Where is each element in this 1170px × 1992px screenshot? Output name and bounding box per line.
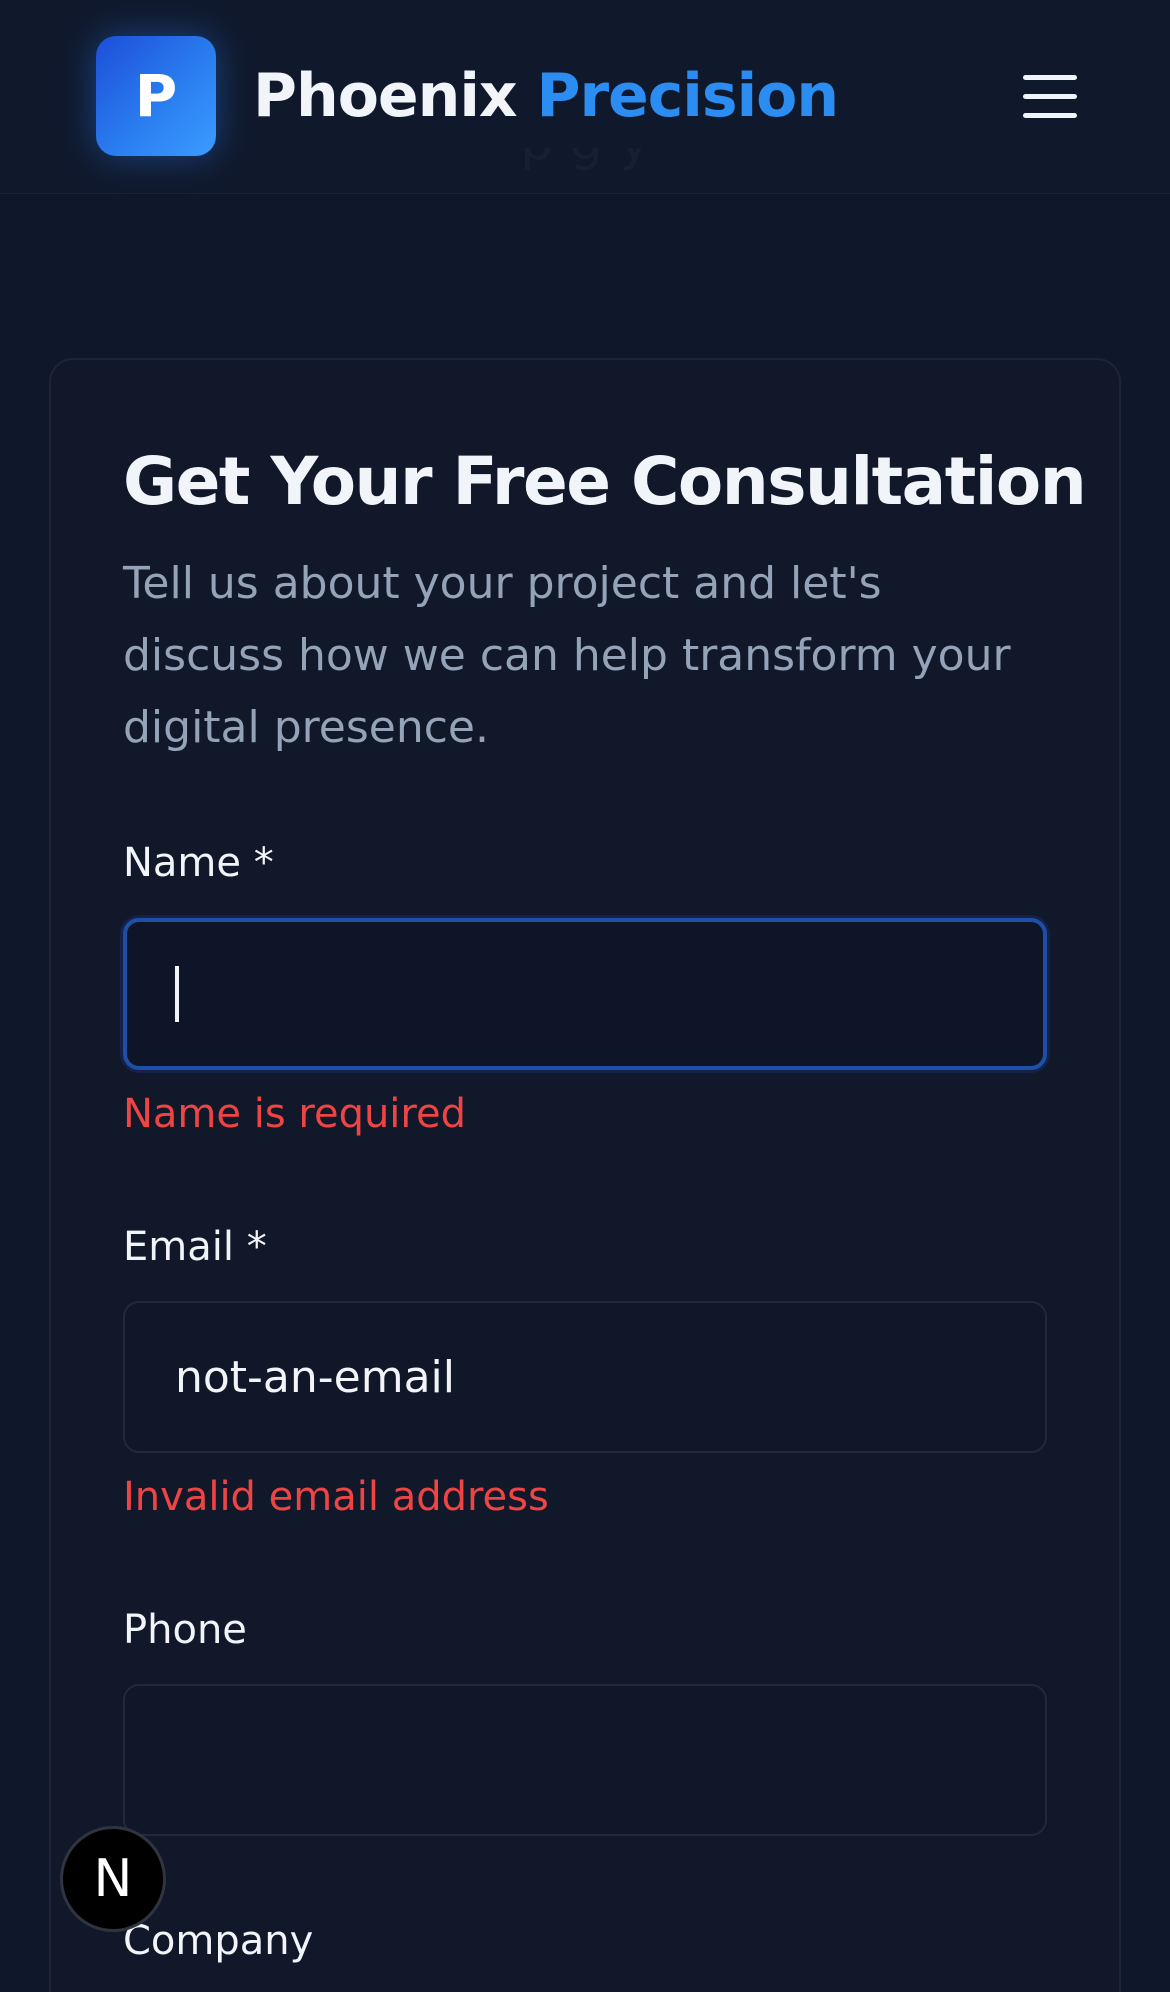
nextjs-logo-icon: N [93,1849,133,1909]
nextjs-dev-indicator-button[interactable]: N [60,1826,166,1932]
logo-letter: P [134,62,178,130]
logo-icon[interactable]: P [96,36,216,156]
company-label: Company [123,1918,314,1964]
hamburger-menu-icon-bar [1023,93,1077,99]
phone-input[interactable] [123,1684,1047,1836]
site-header: P Phoenix Precision [0,0,1170,194]
form-description: Tell us about your project and let's dis… [123,558,1011,753]
brand-name-accent: Precision [536,61,839,131]
form-title: Get Your Free Consultation [123,443,1087,520]
hamburger-menu-icon [1023,74,1077,80]
email-error-message: Invalid email address [123,1474,549,1520]
email-label: Email * [123,1224,267,1270]
hamburger-menu-button[interactable] [1010,60,1090,132]
text-caret [175,966,179,1022]
name-label: Name * [123,840,274,886]
brand-name-primary: Phoenix [253,61,518,131]
page: p g y P Phoenix Precision Get Your Free … [0,0,1170,1992]
phone-label: Phone [123,1607,247,1653]
name-input[interactable] [123,918,1047,1070]
email-input[interactable]: not-an-email [123,1301,1047,1453]
name-error-message: Name is required [123,1091,466,1137]
email-input-value: not-an-email [175,1351,456,1403]
brand-name[interactable]: Phoenix Precision [253,56,839,136]
hamburger-menu-icon-bar [1023,112,1077,118]
